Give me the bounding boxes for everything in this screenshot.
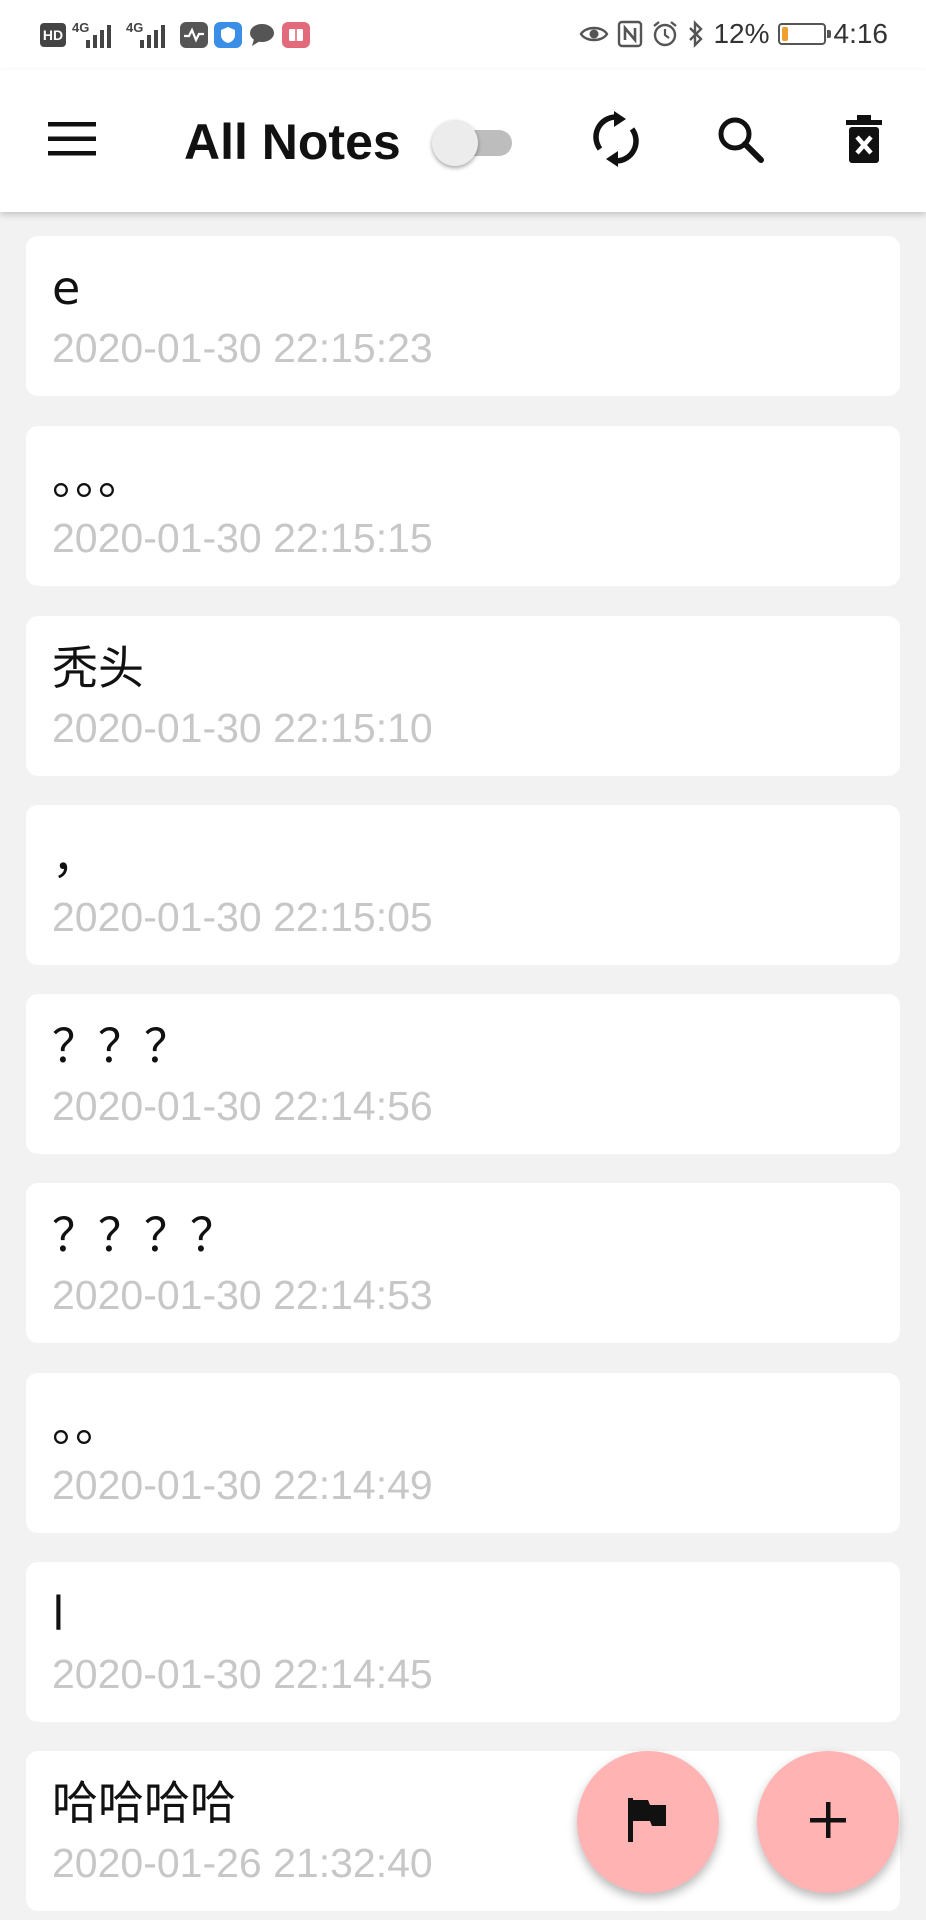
note-title: 。。 — [52, 1398, 121, 1452]
note-item[interactable]: 秃头 2020-01-30 22:15:10 — [26, 616, 900, 776]
search-button[interactable] — [700, 101, 780, 181]
delete-button[interactable] — [824, 101, 904, 181]
activity-icon — [180, 22, 208, 48]
hd-voice-icon: HD — [40, 23, 66, 47]
view-toggle-switch[interactable] — [432, 118, 518, 166]
note-timestamp: 2020-01-30 22:14:56 — [52, 1083, 433, 1129]
status-bar-left: HD 4G 4G — [40, 18, 310, 52]
note-item[interactable]: l 2020-01-30 22:14:45 — [26, 1562, 900, 1722]
battery-icon — [777, 23, 831, 45]
note-timestamp: 2020-01-30 22:15:05 — [52, 894, 433, 940]
sync-icon — [592, 111, 640, 171]
note-item[interactable]: ， 2020-01-30 22:15:05 — [26, 805, 900, 965]
note-title: 秃头 — [52, 641, 144, 695]
note-timestamp: 2020-01-30 22:15:15 — [52, 515, 433, 561]
delete-icon — [846, 115, 882, 167]
flag-fab-button[interactable] — [577, 1751, 719, 1893]
sync-button[interactable] — [576, 101, 656, 181]
note-item[interactable]: ？？？？ 2020-01-30 22:14:53 — [26, 1183, 900, 1343]
note-item[interactable]: ？？？ 2020-01-30 22:14:56 — [26, 994, 900, 1154]
add-icon — [808, 1800, 848, 1844]
flag-icon — [626, 1796, 670, 1848]
status-bar: HD 4G 4G 12% 4:16 — [0, 0, 926, 70]
shield-app-icon — [214, 22, 242, 48]
note-title: e — [52, 261, 81, 315]
alarm-icon — [651, 20, 679, 48]
menu-icon — [48, 122, 96, 160]
add-note-fab-button[interactable] — [757, 1751, 899, 1893]
menu-button[interactable] — [32, 101, 112, 181]
note-item[interactable]: e 2020-01-30 22:15:23 — [26, 236, 900, 396]
battery-percent: 12% — [713, 18, 770, 49]
note-timestamp: 2020-01-30 22:15:23 — [52, 325, 433, 371]
note-timestamp: 2020-01-30 22:15:10 — [52, 705, 433, 751]
note-timestamp: 2020-01-30 22:14:53 — [52, 1272, 433, 1318]
chat-bubble-icon — [248, 22, 276, 48]
signal-sim2-icon: 4G — [126, 20, 174, 50]
book-app-icon — [282, 22, 310, 48]
page-title: All Notes — [184, 114, 401, 170]
search-icon — [716, 115, 764, 167]
note-timestamp: 2020-01-26 21:32:40 — [52, 1840, 433, 1886]
note-timestamp: 2020-01-30 22:14:45 — [52, 1651, 433, 1697]
note-timestamp: 2020-01-30 22:14:49 — [52, 1462, 433, 1508]
app-bar: All Notes — [0, 70, 926, 212]
note-title: 哈哈哈哈 — [52, 1776, 236, 1830]
note-title: ？？？ — [52, 1019, 190, 1073]
note-item[interactable]: 。。。 2020-01-30 22:15:15 — [26, 426, 900, 586]
nfc-icon — [617, 20, 643, 48]
note-title: ， — [52, 830, 98, 884]
status-bar-right: 12% 4:16 — [579, 14, 888, 54]
clock-time: 4:16 — [833, 18, 889, 49]
switch-thumb — [432, 120, 478, 166]
note-title: 。。。 — [52, 451, 144, 505]
signal-sim1-icon: 4G — [72, 20, 120, 50]
eye-comfort-icon — [579, 23, 609, 45]
note-title: ？？？？ — [52, 1208, 236, 1262]
note-title: l — [52, 1587, 65, 1641]
bluetooth-icon — [687, 20, 705, 48]
note-item[interactable]: 。。 2020-01-30 22:14:49 — [26, 1373, 900, 1533]
